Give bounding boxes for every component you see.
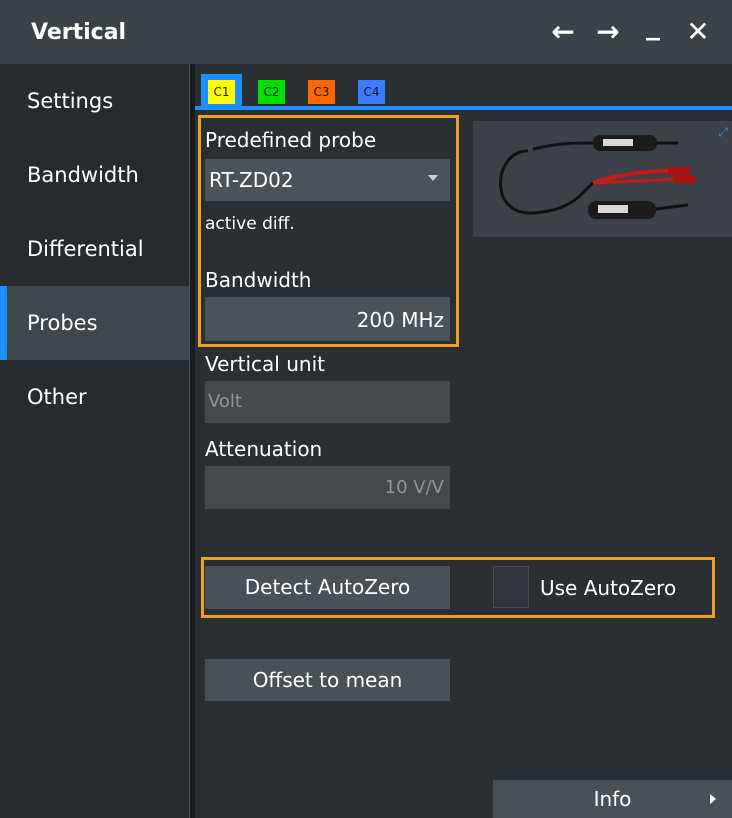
vertical-unit-label: Vertical unit (205, 352, 325, 376)
bandwidth-field[interactable]: 200 MHz (205, 297, 450, 341)
tab-c2[interactable]: C2 (251, 74, 292, 106)
tab-label: C2 (258, 80, 285, 104)
attenuation-label: Attenuation (205, 437, 323, 461)
offset-to-mean-button[interactable]: Offset to mean (205, 659, 450, 701)
attenuation-field: 10 V/V (205, 466, 450, 509)
sidebar-item-label: Probes (27, 311, 98, 335)
vertical-unit-field: Volt (205, 381, 450, 423)
sidebar-item-differential[interactable]: Differential (0, 212, 189, 286)
sidebar-item-label: Settings (27, 89, 114, 113)
vertical-unit-value: Volt (208, 391, 242, 412)
info-label: Info (593, 787, 632, 811)
use-autozero-label: Use AutoZero (540, 576, 677, 600)
chevron-right-icon (710, 794, 716, 804)
tab-underline (195, 106, 732, 110)
use-autozero-checkbox[interactable] (493, 566, 529, 608)
predefined-probe-select[interactable]: RT-ZD02 (205, 159, 450, 201)
close-icon[interactable]: ✕ (680, 15, 716, 49)
sidebar: Settings Bandwidth Differential Probes O… (0, 64, 189, 818)
arrow-right-icon[interactable]: → (590, 15, 626, 49)
tab-label: C4 (358, 80, 385, 104)
chevron-down-icon (428, 175, 438, 181)
bandwidth-value: 200 MHz (356, 308, 444, 332)
predefined-probe-label: Predefined probe (205, 128, 377, 152)
sidebar-item-label: Differential (27, 237, 144, 261)
bandwidth-label: Bandwidth (205, 268, 312, 292)
sidebar-item-label: Bandwidth (27, 163, 139, 187)
title-bar: Vertical ← → _ ✕ (0, 0, 732, 64)
expand-icon[interactable]: ⤢ (718, 125, 728, 140)
arrow-left-icon[interactable]: ← (545, 15, 581, 49)
channel-tabbar: C1 C2 C3 C4 (195, 64, 732, 110)
sidebar-item-label: Other (27, 385, 87, 409)
tab-label: C3 (308, 80, 335, 104)
tab-c4[interactable]: C4 (351, 74, 392, 106)
tab-c1[interactable]: C1 (201, 74, 242, 106)
minimize-icon[interactable]: _ (635, 8, 671, 42)
info-button[interactable]: Info (493, 780, 732, 818)
window-title: Vertical (31, 20, 127, 45)
tab-c3[interactable]: C3 (301, 74, 342, 106)
probe-image: ⤢ (473, 121, 732, 237)
sidebar-item-other[interactable]: Other (0, 360, 189, 434)
tab-label: C1 (208, 80, 235, 104)
sidebar-item-bandwidth[interactable]: Bandwidth (0, 138, 189, 212)
probe-type-text: active diff. (205, 214, 295, 234)
sidebar-item-probes[interactable]: Probes (0, 286, 189, 360)
detect-autozero-button[interactable]: Detect AutoZero (205, 566, 450, 609)
attenuation-value: 10 V/V (384, 477, 444, 498)
sidebar-item-settings[interactable]: Settings (0, 64, 189, 138)
predefined-probe-value: RT-ZD02 (209, 168, 294, 192)
